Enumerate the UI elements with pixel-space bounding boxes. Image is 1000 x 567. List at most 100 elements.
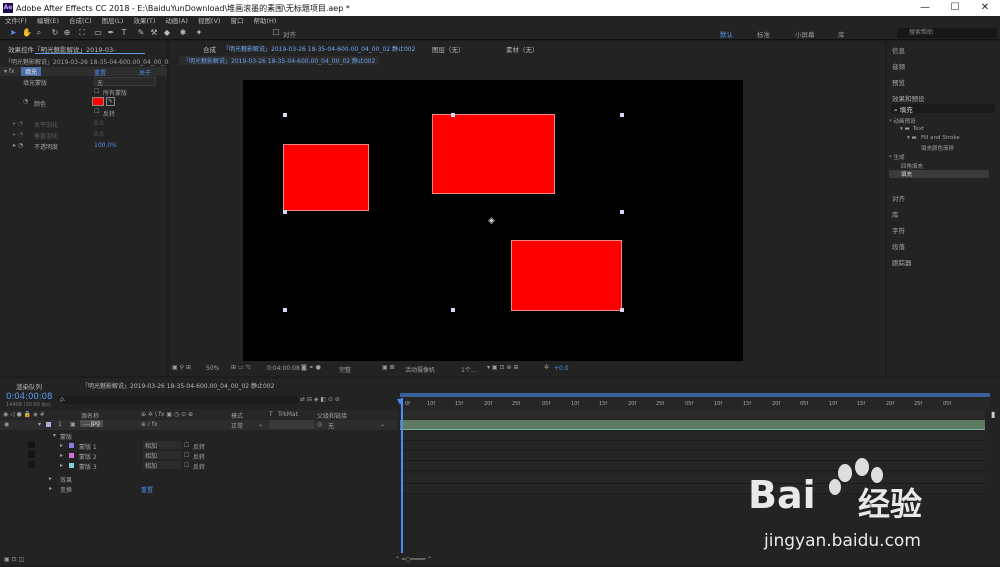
label-color-chip[interactable] [46, 422, 51, 427]
render-queue-tab[interactable]: 渲染队列 [16, 381, 42, 391]
reset-link[interactable]: 重置 [94, 68, 106, 77]
align-panel-tab[interactable]: 对齐 [892, 193, 905, 203]
character-panel-tab[interactable]: 字符 [892, 225, 905, 235]
resolution-select[interactable]: 完整 [339, 365, 351, 374]
mask-name[interactable]: 蒙版 1 [79, 442, 97, 451]
timeline-switches-icon[interactable]: ⇄ ⊟ ◈ ◧ ⊙ ⊘ [300, 396, 340, 403]
mask-expand-icon[interactable]: ▸ [60, 462, 63, 469]
menu-effect[interactable]: 效果(T) [128, 16, 160, 27]
col-mode[interactable]: 模式 [231, 411, 243, 420]
h-feather-toggle[interactable]: ▸ ◔ [13, 120, 23, 127]
mask-expand-icon[interactable]: ▸ [60, 442, 63, 449]
snapshot-icon[interactable]: ◙ ⚭ ● [301, 364, 321, 371]
pickwhip-icon[interactable]: ◎ [317, 421, 322, 428]
view-tools-icon[interactable]: ▾ ▣ ⊡ ⊕ ⊞ [487, 364, 518, 371]
menu-file[interactable]: 文件(F) [0, 16, 32, 27]
composition-viewer[interactable]: ◈ [243, 80, 743, 361]
mask-invert-checkbox[interactable]: ☐ [184, 462, 189, 469]
stopwatch-icon[interactable]: ◔ [23, 98, 28, 105]
pen-tool-icon[interactable]: ✒ [106, 28, 116, 38]
layer-handle[interactable] [620, 210, 624, 214]
hand-tool-icon[interactable]: ✋ [22, 28, 32, 38]
mask-row[interactable]: ▸ 蒙版 2 相加 ☐ 反转 [0, 451, 398, 461]
pan-behind-tool-icon[interactable]: ⛶ [77, 28, 87, 38]
layer-tab[interactable]: 图层（无） [432, 44, 465, 54]
mask-name[interactable]: 蒙版 2 [79, 452, 97, 461]
effects-search-input[interactable]: ⌕ 填充 [891, 104, 995, 114]
preview-panel-tab[interactable]: 预览 [892, 77, 905, 87]
maximize-button[interactable]: ☐ [940, 0, 970, 16]
clone-tool-icon[interactable]: ⚒ [149, 28, 159, 38]
effects-presets-tab[interactable]: 效果和预设 [892, 93, 925, 103]
menu-layer[interactable]: 图层(L) [97, 16, 129, 27]
camera-select[interactable]: 活动摄像机 [405, 365, 435, 374]
h-feather-value[interactable]: 0.0 [94, 120, 104, 127]
layer-switch-icons[interactable]: ⊕ ∕ fx [141, 421, 158, 428]
minimize-button[interactable]: — [910, 0, 940, 16]
mask-row[interactable]: ▸ 蒙版 1 相加 ☐ 反转 [0, 441, 398, 451]
comp-tab[interactable]: 「明光魅影解说」2019-03-26 18-35-04-600.00_04_00… [223, 44, 415, 53]
mask-expand-icon[interactable]: ▸ [60, 452, 63, 459]
layer-duration-bar[interactable] [400, 420, 985, 430]
opacity-value[interactable]: 100.0% [94, 142, 117, 149]
mask-lock-box[interactable] [28, 441, 35, 448]
transform-reset-link[interactable]: 重置 [141, 485, 153, 494]
comp-subtab[interactable]: 「明光魅影解说」2019-03-26 18-35-04-600.00_04_00… [179, 56, 380, 65]
menu-edit[interactable]: 编辑(E) [32, 16, 64, 27]
exposure-icon[interactable]: ✲ [544, 364, 549, 371]
menu-help[interactable]: 帮助(H) [248, 16, 281, 27]
viewer-timecode[interactable]: 0:04:00:08 [267, 365, 300, 372]
workspace-standard[interactable]: 标准 [757, 29, 770, 39]
trkmat-field[interactable] [269, 420, 314, 429]
roi-icon[interactable]: ▣ ⊠ [382, 364, 395, 371]
anchor-point-icon[interactable]: ◈ [488, 216, 495, 226]
help-search-input[interactable]: 搜索帮助 [897, 28, 997, 38]
col-parent[interactable]: 父级和链接 [317, 411, 347, 420]
eye-icon[interactable]: ◉ [4, 421, 9, 428]
layer-handle[interactable] [620, 308, 624, 312]
masks-expand-icon[interactable]: ▾ [53, 432, 56, 439]
zoom-select[interactable]: 50% [206, 365, 219, 372]
selection-tool-icon[interactable]: ➤ [8, 28, 18, 38]
mask-color-chip[interactable] [69, 453, 74, 458]
layer-name[interactable]: ....jpg [80, 420, 103, 427]
effects-group-row[interactable]: ▸ 效果 [0, 474, 398, 484]
col-trkmat[interactable]: TrkMat [278, 411, 298, 418]
all-masks-checkbox[interactable]: ☐ [94, 88, 99, 95]
zoom-tool-icon[interactable]: ⌕ [34, 28, 44, 38]
brush-tool-icon[interactable]: ✎ [136, 28, 146, 38]
eraser-tool-icon[interactable]: ◆ [162, 28, 172, 38]
tree-gradient-fill[interactable]: 四角填充 [901, 162, 923, 170]
layer-handle[interactable] [283, 210, 287, 214]
mask-invert-checkbox[interactable]: ☐ [184, 452, 189, 459]
v-feather-value[interactable]: 0.0 [94, 131, 104, 138]
mask-mode-select[interactable]: 相加 [143, 451, 181, 460]
layer-row[interactable]: ◉ ▾ 1 ▣ ....jpg ⊕ ∕ fx 正常 ⌄ ◎ 无 ⌄ [0, 420, 398, 430]
mask-mode-select[interactable]: 相加 [143, 461, 181, 470]
menu-view[interactable]: 视图(V) [193, 16, 226, 27]
tree-text[interactable]: Text [913, 126, 924, 132]
timeline-search-input[interactable]: ρ. [58, 396, 298, 404]
puppet-tool-icon[interactable]: ✦ [194, 28, 204, 38]
footage-tab[interactable]: 素材（无） [506, 44, 539, 54]
rectangle-tool-icon[interactable]: ▭ [93, 28, 103, 38]
text-tool-icon[interactable]: T [119, 28, 129, 38]
parent-select[interactable]: 无 [328, 421, 334, 430]
workspace-default[interactable]: 默认 [720, 29, 733, 39]
mask-name[interactable]: 蒙版 3 [79, 462, 97, 471]
camera-tool-icon[interactable]: ⊕ [62, 28, 72, 38]
playhead-icon[interactable]: ▼ [397, 397, 403, 406]
rotate-tool-icon[interactable]: ↻ [50, 28, 60, 38]
current-time-indicator[interactable] [401, 398, 403, 553]
mask-color-chip[interactable] [69, 463, 74, 468]
layer-handle[interactable] [451, 113, 455, 117]
opacity-toggle[interactable]: ▸ ◔ [13, 142, 23, 149]
tree-generate[interactable]: * 生成 [889, 153, 905, 161]
workspace-library[interactable]: 库 [838, 29, 845, 39]
fill-color-swatch[interactable] [92, 97, 104, 106]
zoom-slider[interactable]: ⌃ ━○━━━━ ⌃ [395, 556, 432, 563]
viewer-options-icon[interactable]: ▣ ⚲ ⊞ [172, 364, 191, 371]
transform-expand-icon[interactable]: ▸ [49, 485, 52, 492]
expand-icon[interactable]: ▾ [38, 421, 41, 428]
workspace-small-screen[interactable]: 小屏幕 [795, 29, 815, 39]
